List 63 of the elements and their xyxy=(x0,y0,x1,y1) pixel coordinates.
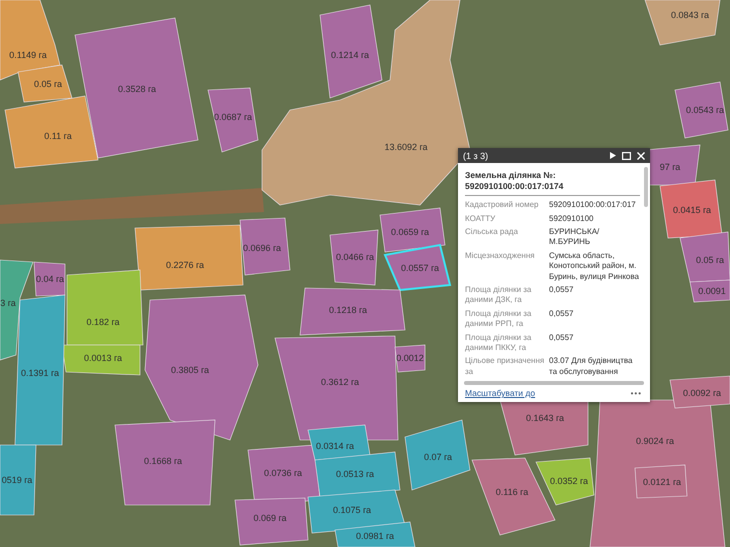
parcel-area-label: 0.11 га xyxy=(44,131,72,141)
field-value: 03.07 Для будівництва та обслуговування xyxy=(549,356,634,378)
field-label: Цільове призначення за xyxy=(465,356,546,378)
parcel-area-label: 0.0843 га xyxy=(670,10,710,20)
parcel-area-label: 0.3805 га xyxy=(170,365,210,375)
popup-title: Земельна ділянка №: xyxy=(465,170,557,181)
parcel-area-label: 0.0012 xyxy=(396,353,424,363)
parcel-area-label: 0.0981 га xyxy=(356,531,394,541)
parcel-area-label: 0.1668 га xyxy=(144,456,182,466)
parcel-area-label: 0.1075 га xyxy=(332,505,372,515)
parcel-area-label: 0.0687 га xyxy=(214,112,252,122)
field-label: Площа ділянки за даними РРП, га xyxy=(465,308,532,330)
field-label: КОАТТУ xyxy=(465,214,496,224)
parcel-area-label: 0.0415 га xyxy=(672,205,712,215)
parcel-area-label: 0.0092 га xyxy=(682,388,722,398)
field-value: 0,0557 xyxy=(549,284,574,296)
parcel-area-label: 0.1214 га xyxy=(330,50,370,60)
parcel-area-label: 0.1391 га xyxy=(20,368,60,378)
field-label: Площа ділянки за даними ДЗК, га xyxy=(465,284,532,306)
more-menu[interactable]: ••• xyxy=(630,388,642,398)
parcel-area-label: 0.0557 га xyxy=(400,263,440,273)
field-value: 0,0557 xyxy=(549,332,574,344)
parcel-area-label: 0.182 га xyxy=(86,317,120,327)
parcel-area-label: 0.04 га xyxy=(36,274,64,284)
zoom-to-link[interactable]: Масштабувати до xyxy=(465,388,536,398)
parcel-area-label: 0.0696 га xyxy=(242,243,282,253)
parcel-area-label: 0519 га xyxy=(2,475,32,485)
parcel-area-label: 0.116 га xyxy=(496,487,528,497)
parcel-area-label: 0.1218 га xyxy=(328,305,368,315)
parcel-number: 5920910100:00:017:0174 xyxy=(465,180,564,192)
parcel-area-label: 0.069 га xyxy=(253,513,287,523)
parcel-area-label: 13.6092 га xyxy=(384,142,428,152)
field-value: 5920910100:00:017:017 xyxy=(549,200,637,211)
field-value: 5920910100 xyxy=(549,214,594,224)
parcel-area-label: 0.0736 га xyxy=(264,468,302,478)
parcel-area-label: 0.0314 га xyxy=(316,441,354,451)
parcel-area-label: 0.0466 га xyxy=(336,252,374,262)
parcel-area-label: 0.05 га xyxy=(34,79,62,89)
parcel-area-label: 0.07 га xyxy=(424,452,452,462)
parcel-area-label: 3 га xyxy=(0,298,16,308)
parcel-area-label: 0.3528 га xyxy=(118,84,156,94)
parcel-area-label: 0.0513 га xyxy=(336,469,374,479)
parcel-area-label: 97 га xyxy=(660,162,680,172)
field-label: Місцезнаходження xyxy=(465,250,536,262)
field-value: 0,0557 xyxy=(549,308,574,320)
field-value: Сумська область, Конотопський район, м. Буринь, вулиця Ринкова xyxy=(549,250,640,282)
parcel-area-label: 0.0121 га xyxy=(642,477,682,487)
popup-pager: (1 з 3) xyxy=(463,150,490,160)
parcel-area-label: 0.0091 xyxy=(698,286,726,296)
parcel-area-label: 0.2276 га xyxy=(166,260,204,270)
parcel-area-label: 0.1643 га xyxy=(526,413,564,423)
parcel-area-label: 0.0543 га xyxy=(686,105,724,115)
field-label: Сільська рада xyxy=(465,227,519,238)
parcel-area-label: 0.9024 га xyxy=(636,436,674,446)
field-value: БУРИНСЬКА/М.БУРИНЬ xyxy=(549,227,600,248)
parcel-area-label: 0.0352 га xyxy=(550,476,588,486)
parcel-area-label: 0.3612 га xyxy=(320,377,360,387)
field-label: Кадастровий номер xyxy=(465,200,540,211)
parcel-area-label: 0.1149 га xyxy=(9,50,47,60)
parcel-area-label: 0.0013 га xyxy=(84,353,122,363)
field-label: Площа ділянки за даними ПККУ, га xyxy=(465,332,532,354)
parcel-area-label: 0.0659 га xyxy=(390,227,430,237)
parcel-area-label: 0.05 га xyxy=(696,255,724,265)
